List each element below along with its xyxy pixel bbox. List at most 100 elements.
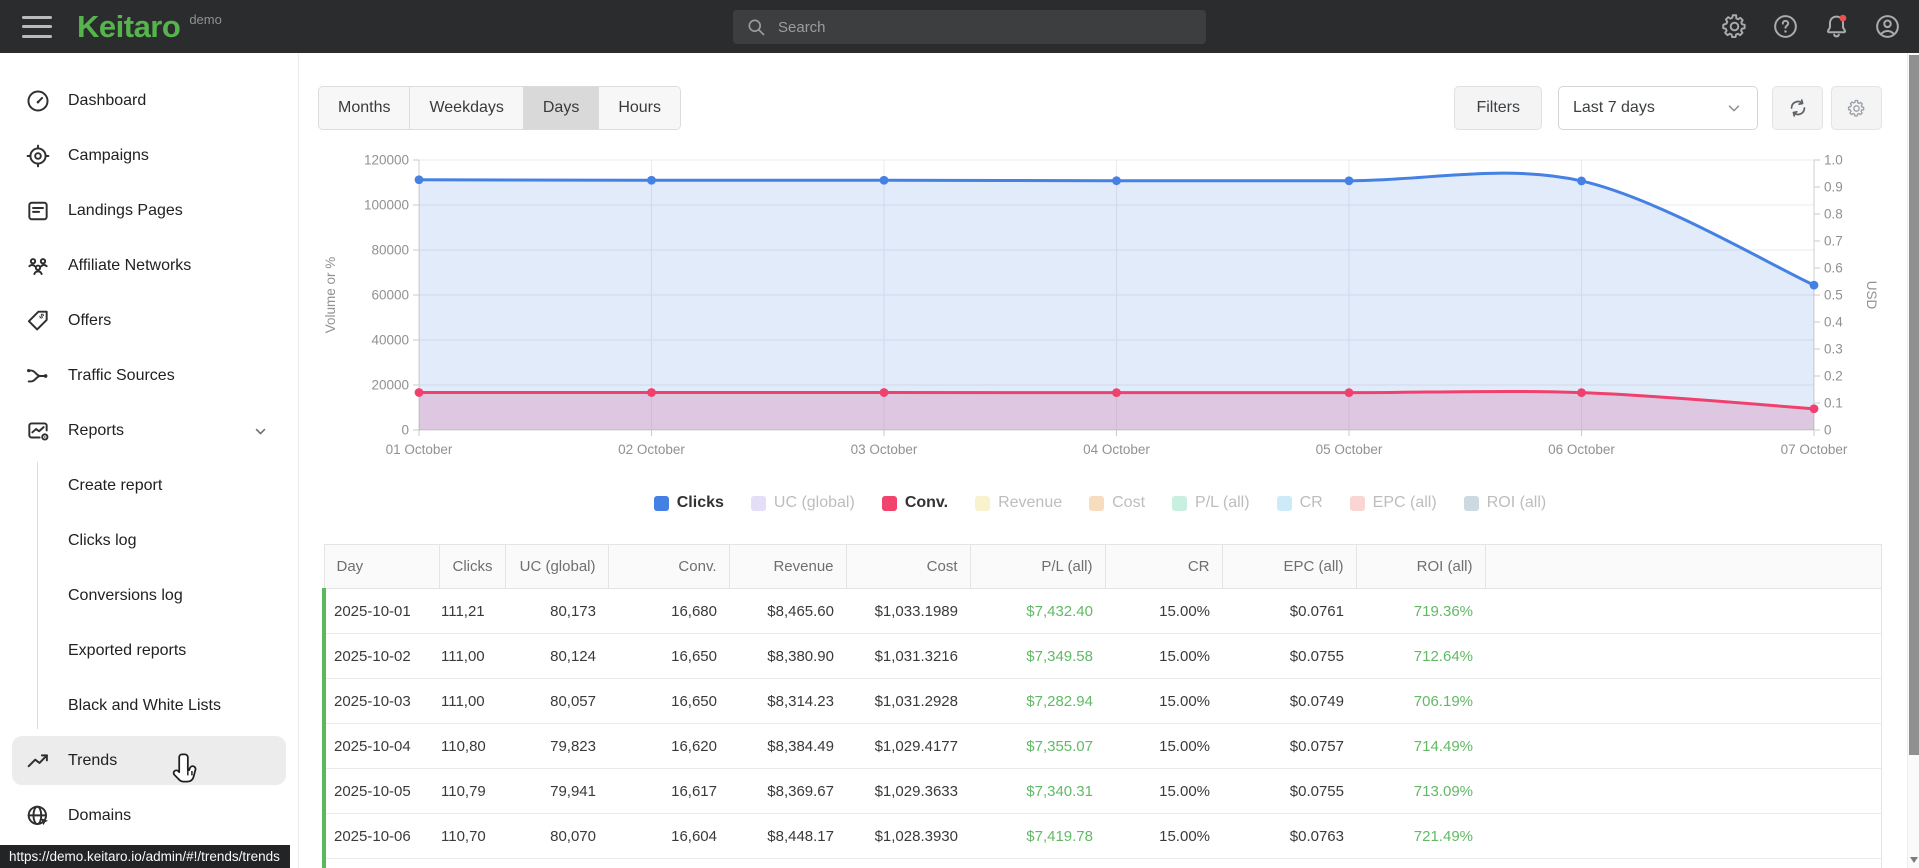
column-header[interactable]: EPC (all) xyxy=(1222,544,1357,589)
data-point[interactable] xyxy=(1577,388,1586,398)
column-header[interactable]: ROI (all) xyxy=(1356,544,1486,589)
table-row[interactable]: 2025-10-05 110,79 79,941 16,617 $8,369.67 $1,… xyxy=(322,768,1882,814)
y-right-tick: 0.6 xyxy=(1824,261,1843,276)
filters-button[interactable]: Filters xyxy=(1454,86,1542,130)
cell-filler xyxy=(1485,813,1882,859)
x-tick: 05 October xyxy=(1316,442,1383,457)
refresh-button[interactable] xyxy=(1772,86,1823,130)
sidebar-item-trends[interactable]: Trends xyxy=(0,733,298,788)
table-row[interactable]: 2025-10-02 111,00 80,124 16,650 $8,380.90 $1,… xyxy=(322,633,1882,679)
column-header[interactable]: P/L (all) xyxy=(970,544,1106,589)
legend-item-p-l-all[interactable]: P/L (all) xyxy=(1172,494,1250,512)
column-header[interactable]: Clicks xyxy=(439,544,506,589)
scroll-down-arrow[interactable] xyxy=(1910,857,1918,863)
sidebar-item-affiliate-networks[interactable]: Affiliate Networks xyxy=(0,238,298,293)
column-header[interactable]: Conv. xyxy=(608,544,730,589)
table-row[interactable]: 2025-10-0764,4044,4579,446$4,693.04$587.… xyxy=(322,858,1882,868)
legend-item-uc-global[interactable]: UC (global) xyxy=(750,494,855,512)
cell: $7,282.94 xyxy=(1026,692,1093,710)
data-point[interactable] xyxy=(414,388,424,397)
data-point[interactable] xyxy=(414,175,424,185)
table-row[interactable]: 2025-10-06 110,70 80,070 16,604 $8,448.17 $1,… xyxy=(322,813,1882,859)
bell-icon[interactable] xyxy=(1822,13,1850,41)
legend-item-clicks[interactable]: Clicks xyxy=(653,494,724,512)
date-range-select[interactable]: Last 7 days xyxy=(1558,86,1758,130)
legend-label: Conv. xyxy=(904,494,949,511)
data-point[interactable] xyxy=(1577,176,1586,186)
data-point[interactable] xyxy=(1344,176,1354,186)
legend-label: EPC (all) xyxy=(1372,494,1437,511)
sidebar: Dashboard Campaigns Landings Pages Affiliat… xyxy=(0,53,299,868)
data-point[interactable] xyxy=(1344,388,1354,398)
sidebar-item-label: Domains xyxy=(68,806,132,824)
sidebar-item-offers[interactable]: $ Offers xyxy=(0,293,298,348)
tab-weekdays[interactable]: Weekdays xyxy=(409,87,523,129)
dashboard-icon xyxy=(25,88,51,114)
trends-toolbar: Months Weekdays Days Hours Filters Last 7 d… xyxy=(318,86,1882,130)
sidebar-item-label: Affiliate Networks xyxy=(68,256,192,274)
brand-logo: Keitaro xyxy=(77,8,181,44)
account-icon[interactable] xyxy=(1873,13,1901,41)
help-icon[interactable] xyxy=(1771,13,1799,41)
sidebar-item-domains[interactable]: Domains xyxy=(0,788,298,843)
column-header[interactable]: Revenue xyxy=(729,544,847,589)
table-row[interactable]: 2025-10-01 111,21 80,173 16,680 $8,465.60 $1,… xyxy=(322,588,1882,634)
chart-settings-button[interactable] xyxy=(1831,86,1882,130)
sidebar-item-traffic-sources[interactable]: Traffic Sources xyxy=(0,348,298,403)
search-bar[interactable] xyxy=(733,10,1206,44)
sidebar-item-label: Campaigns xyxy=(68,146,149,164)
legend-item-roi-all[interactable]: ROI (all) xyxy=(1463,494,1546,512)
cell: 719.36% xyxy=(1413,602,1473,620)
sidebar-subitem-create-report[interactable]: Create report xyxy=(37,458,298,513)
cell: 44,457 xyxy=(505,859,608,868)
data-point[interactable] xyxy=(647,175,656,185)
table-row[interactable]: 2025-10-04 110,80 79,823 16,620 $8,384.49 $1,… xyxy=(322,723,1882,769)
cell: 110,79 xyxy=(441,782,486,800)
table-row[interactable]: 2025-10-03 111,00 80,057 16,650 $8,314.23 $1,… xyxy=(322,678,1882,724)
cell: 16,604 xyxy=(671,827,717,845)
legend-swatch xyxy=(1172,495,1188,511)
sidebar-subitem-conversions-log[interactable]: Conversions log xyxy=(37,568,298,623)
y-right-tick: 0.1 xyxy=(1824,396,1843,411)
sidebar-item-label: Traffic Sources xyxy=(68,366,175,384)
legend-item-epc-all[interactable]: EPC (all) xyxy=(1349,494,1437,512)
column-header[interactable]: UC (global) xyxy=(505,544,609,589)
cell: 15.00% xyxy=(1159,827,1210,845)
data-point[interactable] xyxy=(1809,280,1819,290)
tab-days[interactable]: Days xyxy=(522,87,599,129)
column-header[interactable]: CR xyxy=(1105,544,1223,589)
sidebar-item-reports[interactable]: Reports xyxy=(0,403,298,458)
legend-item-cost[interactable]: Cost xyxy=(1089,494,1145,512)
sidebar-subitem-clicks-log[interactable]: Clicks log xyxy=(37,513,298,568)
data-point[interactable] xyxy=(1112,176,1121,186)
sidebar-subitem-exported-reports[interactable]: Exported reports xyxy=(37,623,298,678)
column-header[interactable]: Day xyxy=(323,544,440,589)
sidebar-item-campaigns[interactable]: Campaigns xyxy=(0,128,298,183)
legend-item-revenue[interactable]: Revenue xyxy=(975,494,1062,512)
chevron-down-icon[interactable] xyxy=(251,422,270,446)
sidebar-item-landing-pages[interactable]: Landings Pages xyxy=(0,183,298,238)
data-point[interactable] xyxy=(1112,388,1121,398)
scrollbar-thumb[interactable] xyxy=(1909,55,1919,755)
cell: 2025-10-05 xyxy=(322,768,439,814)
page-scrollbar[interactable] xyxy=(1907,53,1919,868)
sidebar-item-dashboard[interactable]: Dashboard xyxy=(0,73,298,128)
y-left-tick: 40000 xyxy=(371,333,409,348)
tab-months[interactable]: Months xyxy=(319,87,410,129)
data-point[interactable] xyxy=(879,388,889,397)
y-left-tick: 0 xyxy=(401,423,409,438)
tab-hours[interactable]: Hours xyxy=(598,87,681,129)
sidebar-subitem-black-white-lists[interactable]: Black and White Lists xyxy=(37,678,298,733)
legend-item-cr[interactable]: CR xyxy=(1276,494,1323,512)
legend-item-conv[interactable]: Conv. xyxy=(881,494,949,512)
column-header[interactable]: Cost xyxy=(846,544,971,589)
data-point[interactable] xyxy=(647,388,656,397)
data-point[interactable] xyxy=(879,175,889,185)
search-input[interactable] xyxy=(778,18,1206,36)
cell: 16,617 xyxy=(671,782,717,800)
cell: $4,693.04 xyxy=(729,859,846,868)
gear-icon[interactable] xyxy=(1720,13,1748,41)
data-point[interactable] xyxy=(1809,404,1819,414)
y-right-tick: 0.2 xyxy=(1824,369,1843,384)
menu-toggle-icon[interactable] xyxy=(22,15,52,38)
